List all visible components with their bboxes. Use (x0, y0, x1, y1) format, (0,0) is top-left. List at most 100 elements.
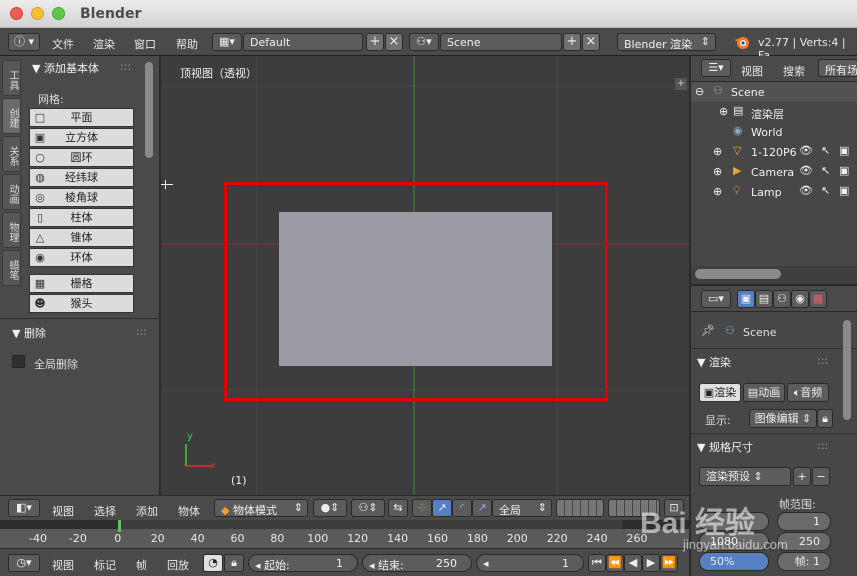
render-preset-select[interactable]: 渲染预设 ⇕ (699, 467, 791, 486)
selectable-cursor-icon[interactable]: ↖ (821, 184, 830, 197)
minimize-window-button[interactable] (31, 7, 44, 20)
renderable-camera-icon[interactable]: ▣ (839, 184, 849, 197)
menu-view[interactable]: 视图 (52, 503, 74, 519)
add-plane-button[interactable]: □ 平面 (29, 108, 134, 127)
pin-icon[interactable]: 📌︎ (701, 324, 715, 337)
tab-create[interactable]: 创建 (2, 98, 21, 134)
expand-icon[interactable]: ⊕ (719, 105, 728, 118)
transform-orientation-icon[interactable]: ↗ (472, 499, 492, 517)
menu-window[interactable]: 窗口 (134, 36, 156, 52)
outliner-row-scene[interactable]: ⊖ ⚇ Scene (691, 82, 857, 102)
panel-grip-icon[interactable]: ::: (817, 354, 828, 367)
outliner-row-render-layers[interactable]: ⊕ ▤ 渲染层 (691, 102, 857, 122)
add-uv-sphere-button[interactable]: ◍ 经纬球 (29, 168, 134, 187)
maximize-window-button[interactable] (52, 7, 65, 20)
outliner-display-select[interactable]: 所有场 (818, 59, 857, 77)
tab-physics[interactable]: 物理 (2, 212, 21, 248)
menu-timeline-view[interactable]: 视图 (52, 557, 74, 573)
editor-type-timeline-button[interactable]: ◷▾ (8, 554, 40, 572)
menu-render[interactable]: 渲染 (93, 36, 115, 52)
play-button[interactable]: ▶ (642, 554, 660, 572)
render-section-header[interactable]: ▼ 渲染 (697, 354, 731, 370)
menu-add[interactable]: 添加 (136, 503, 158, 519)
collapse-icon[interactable]: ⊖ (695, 85, 704, 98)
selectable-cursor-icon[interactable]: ↖ (821, 164, 830, 177)
selectable-cursor-icon[interactable]: ↖ (821, 144, 830, 157)
jump-prev-key-button[interactable]: ⏪ (606, 554, 624, 572)
current-frame-marker[interactable] (118, 520, 121, 532)
scale-manipulator-button[interactable]: ◜ (452, 499, 472, 517)
add-cone-button[interactable]: △ 锥体 (29, 228, 134, 247)
tab-grease-pencil[interactable]: 蜡笔 (2, 250, 21, 286)
tool-shelf-scrollbar[interactable] (145, 62, 153, 158)
tab-relations[interactable]: 关系 (2, 136, 21, 172)
menu-outliner-search[interactable]: 搜索 (783, 63, 805, 79)
add-monkey-button[interactable]: ☻ 猴头 (29, 294, 134, 313)
panel-grip-icon[interactable]: ::: (817, 439, 828, 452)
menu-frame[interactable]: 帧 (136, 557, 147, 573)
scene-field[interactable]: Scene (440, 33, 562, 51)
expand-icon[interactable]: ⊕ (713, 185, 722, 198)
remove-screen-button[interactable]: × (385, 33, 403, 51)
play-reverse-button[interactable]: ◀ (624, 554, 642, 572)
outliner-row-camera[interactable]: ⊕ ▶ Camera 👁︎ ↖ ▣ (691, 162, 857, 182)
editor-type-properties-button[interactable]: ▭▾ (701, 290, 731, 308)
editor-type-info-button[interactable]: ⓘ ▾ (8, 33, 40, 51)
dimensions-section-header[interactable]: ▼ 规格尺寸 (697, 439, 753, 455)
remove-scene-button[interactable]: × (582, 33, 600, 51)
menu-file[interactable]: 文件 (52, 36, 74, 52)
outliner-row-lamp[interactable]: ⊕ 💡︎ Lamp 👁︎ ↖ ▣ (691, 182, 857, 202)
expand-icon[interactable]: ⊕ (713, 165, 722, 178)
frame-start-field[interactable]: 1 (777, 512, 831, 531)
outliner-row-world[interactable]: ◉ World (691, 122, 857, 142)
render-context-tab[interactable]: ▣ (737, 290, 755, 308)
add-preset-button[interactable]: + (793, 467, 811, 486)
outliner-row-mesh[interactable]: ⊕ ▽ 1-120P6 👁︎ ↖ ▣ (691, 142, 857, 162)
menu-select[interactable]: 选择 (94, 503, 116, 519)
editor-type-outliner-button[interactable]: ☰▾ (701, 59, 731, 77)
add-circle-button[interactable]: ○ 圆环 (29, 148, 134, 167)
screen-layout-field[interactable]: Default (243, 33, 363, 51)
transform-orientation-select[interactable]: 全局 ⇕ (492, 499, 552, 517)
add-primitive-panel-header[interactable]: ▼ 添加基本体 (32, 60, 99, 76)
add-cylinder-button[interactable]: ▯ 柱体 (29, 208, 134, 227)
viewport-shading-select[interactable]: ●⇕ (313, 499, 347, 517)
tab-tools[interactable]: 工具 (2, 60, 21, 96)
manipulator-toggle-button[interactable]: ⇆ (388, 499, 408, 517)
current-frame-field[interactable]: ◂ 1 (476, 554, 584, 572)
render-audio-button[interactable]: 🔈︎音频 (787, 383, 829, 402)
expand-icon[interactable]: ⊕ (713, 145, 722, 158)
render-layers-context-tab[interactable]: ▤ (755, 290, 773, 308)
menu-outliner-view[interactable]: 视图 (741, 63, 763, 79)
visibility-eye-icon[interactable]: 👁︎ (799, 184, 813, 197)
remove-preset-button[interactable]: − (812, 467, 830, 486)
close-window-button[interactable] (10, 7, 23, 20)
outliner-scrollbar[interactable] (695, 269, 781, 279)
add-grid-button[interactable]: ▦ 栅格 (29, 274, 134, 293)
start-frame-field[interactable]: ◂ 起始: 1 (248, 554, 358, 572)
scene-context-tab[interactable]: ⚇ (773, 290, 791, 308)
add-cube-button[interactable]: ▣ 立方体 (29, 128, 134, 147)
interaction-mode-select[interactable]: ◆ 物体模式 ⇕ (214, 499, 308, 517)
global-delete-checkbox[interactable] (12, 355, 25, 368)
layer-buttons-group-1[interactable] (556, 499, 604, 517)
editor-type-3d-button[interactable]: ◧▾ (8, 499, 40, 517)
panel-grip-icon[interactable]: ::: (136, 325, 147, 338)
end-frame-field[interactable]: ◂ 结束: 250 (362, 554, 472, 572)
jump-next-key-button[interactable]: ⏩ (660, 554, 678, 572)
tab-animation[interactable]: 动画 (2, 174, 21, 210)
render-engine-select[interactable]: Blender 渲染 ⇕ (617, 33, 716, 51)
renderable-camera-icon[interactable]: ▣ (839, 164, 849, 177)
pivot-point-select[interactable]: ⚇⇕ (351, 499, 385, 517)
add-torus-button[interactable]: ◉ 环体 (29, 248, 134, 267)
lock-interface-button[interactable]: 🔒︎ (817, 409, 833, 428)
screen-layout-icon[interactable]: ▦▾ (212, 33, 242, 51)
frame-step-field[interactable]: 帧: 1 (777, 552, 831, 571)
lock-range-button[interactable]: 🔒︎ (224, 554, 244, 572)
rotate-manipulator-button[interactable]: ↗ (432, 499, 452, 517)
translate-manipulator-button[interactable]: ⊹ (412, 499, 432, 517)
menu-markers[interactable]: 标记 (94, 557, 116, 573)
add-ico-sphere-button[interactable]: ◎ 棱角球 (29, 188, 134, 207)
world-context-tab[interactable]: ◉ (791, 290, 809, 308)
add-scene-button[interactable]: + (563, 33, 581, 51)
